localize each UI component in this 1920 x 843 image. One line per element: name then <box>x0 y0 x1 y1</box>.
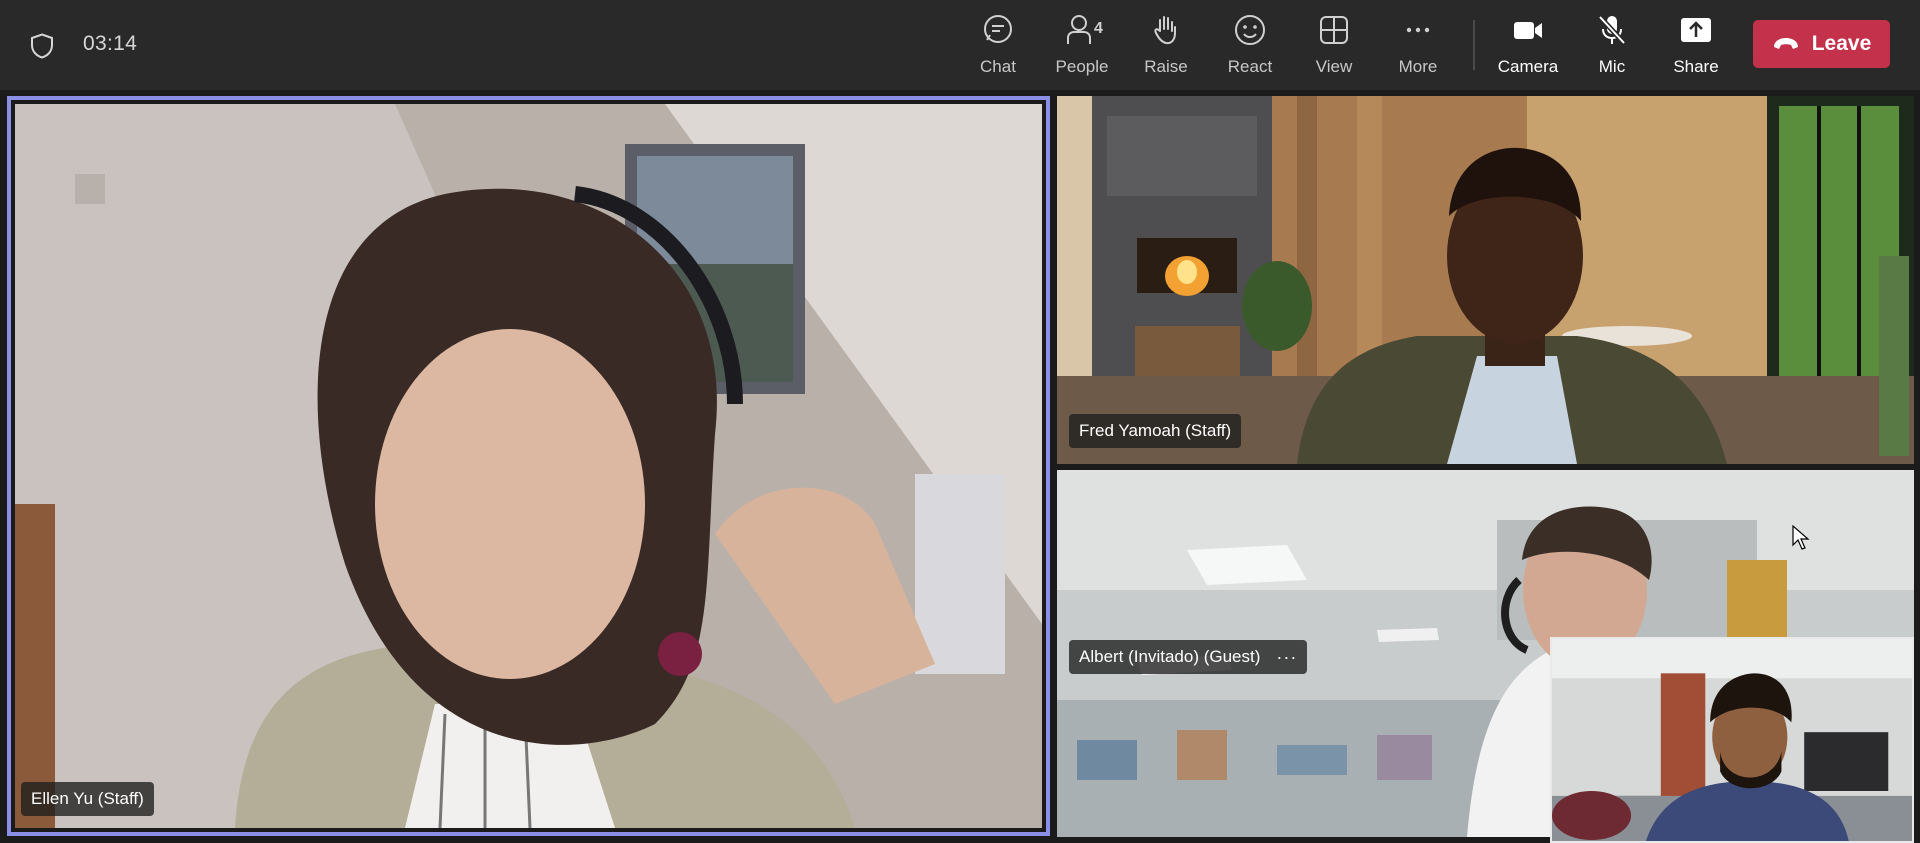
react-button[interactable]: React <box>1210 12 1290 80</box>
people-icon: 4 <box>1064 12 1103 48</box>
participant-name-tag: Fred Yamoah (Staff) <box>1069 414 1242 448</box>
participant-video-fred <box>1057 96 1914 464</box>
camera-label: Camera <box>1497 57 1559 76</box>
more-button[interactable]: More <box>1378 12 1458 80</box>
react-label: React <box>1227 57 1273 76</box>
mic-muted-icon <box>1594 12 1630 48</box>
raise-hand-icon <box>1148 12 1184 48</box>
phone-hangup-icon <box>1773 38 1798 49</box>
participant-name: Fred Yamoah (Staff) <box>1079 421 1232 440</box>
participant-name: Ellen Yu (Staff) <box>31 789 144 808</box>
meeting-toolbar: 03:14 Chat 4 People Raise React View Mor… <box>0 0 1920 90</box>
share-button[interactable]: Share <box>1656 12 1736 80</box>
people-label: People <box>1055 57 1109 76</box>
chat-icon <box>980 12 1016 48</box>
participant-name: Albert (Invitado) (Guest) <box>1079 647 1261 666</box>
share-label: Share <box>1673 57 1719 76</box>
toolbar-divider <box>1473 20 1475 70</box>
raise-label: Raise <box>1144 57 1188 76</box>
leave-button[interactable]: Leave <box>1753 20 1890 68</box>
view-button[interactable]: View <box>1294 12 1374 80</box>
camera-button[interactable]: Camera <box>1488 12 1568 80</box>
leave-label: Leave <box>1811 32 1872 55</box>
self-view-video-feed <box>1552 639 1912 841</box>
people-count: 4 <box>1094 20 1103 37</box>
smiley-icon <box>1232 12 1268 48</box>
video-tile-main[interactable]: Ellen Yu (Staff) <box>7 96 1050 836</box>
chat-label: Chat <box>980 57 1016 76</box>
view-label: View <box>1315 57 1353 76</box>
participant-options-icon[interactable]: ··· <box>1276 647 1297 668</box>
chat-button[interactable]: Chat <box>958 12 1038 80</box>
shield-icon <box>31 33 53 59</box>
camera-icon <box>1510 12 1546 48</box>
mic-button[interactable]: Mic <box>1572 12 1652 80</box>
grid-view-icon <box>1316 12 1352 48</box>
mouse-cursor-icon <box>1792 525 1810 550</box>
video-tile-fred[interactable]: Fred Yamoah (Staff) <box>1057 96 1914 464</box>
self-view-video[interactable] <box>1550 637 1914 843</box>
participant-video-ellen <box>15 104 1042 828</box>
participant-name-tag: Ellen Yu (Staff) <box>21 782 154 816</box>
share-icon <box>1678 12 1714 48</box>
people-button[interactable]: 4 People <box>1042 12 1122 80</box>
more-label: More <box>1398 57 1438 76</box>
more-icon <box>1400 12 1436 48</box>
participant-name-tag: Albert (Invitado) (Guest) ··· <box>1069 640 1308 674</box>
call-timer: 03:14 <box>83 32 138 55</box>
raise-hand-button[interactable]: Raise <box>1126 12 1206 80</box>
mic-label: Mic <box>1598 57 1626 76</box>
